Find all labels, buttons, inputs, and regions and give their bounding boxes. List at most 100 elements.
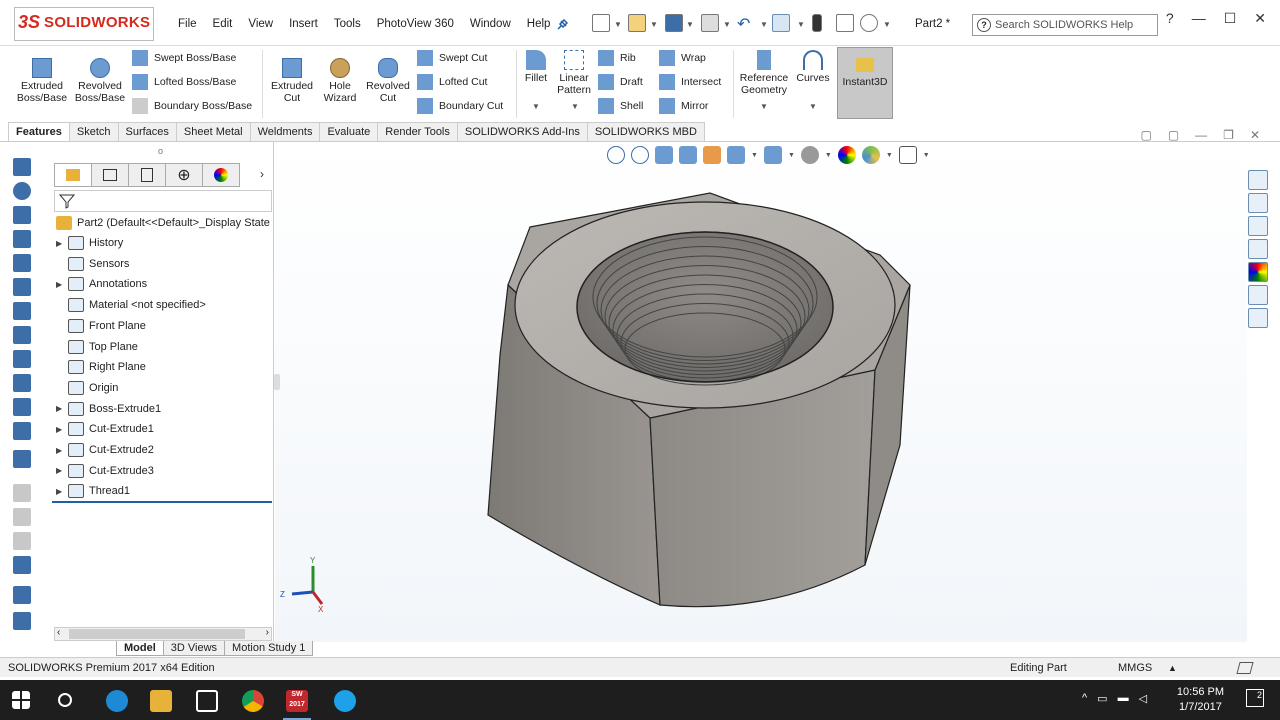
pattern-icon[interactable] — [13, 374, 31, 392]
previous-view-icon[interactable] — [655, 146, 673, 164]
expand-arrow-icon[interactable]: ▶ — [56, 446, 68, 455]
rebuild-icon[interactable] — [812, 14, 822, 32]
boundary-boss-button[interactable]: Boundary Boss/Base — [132, 98, 252, 114]
tree-item[interactable]: ▶ Cut-Extrude1 — [56, 419, 154, 439]
restore-doc-button[interactable]: ❐ — [1223, 128, 1234, 142]
chevron-down-icon[interactable]: ▼ — [923, 152, 930, 159]
zoom-to-fit-icon[interactable] — [607, 146, 625, 164]
expand-arrow-icon[interactable]: ▶ — [56, 280, 68, 289]
tile-right-icon[interactable]: ▢ — [1168, 128, 1179, 142]
zoom-to-area-icon[interactable] — [631, 146, 649, 164]
draft-button[interactable]: Draft — [598, 74, 643, 90]
tab-render-tools[interactable]: Render Tools — [377, 122, 458, 142]
menu-edit[interactable]: Edit — [205, 14, 241, 34]
tree-item[interactable]: ▶ Boss-Extrude1 — [56, 399, 161, 419]
extruded-cut-button[interactable]: Extruded Cut — [266, 58, 318, 104]
new-document-icon[interactable] — [592, 14, 610, 32]
tab-model[interactable]: Model — [116, 641, 164, 656]
tab-addins[interactable]: SOLIDWORKS Add-Ins — [456, 122, 588, 142]
save-icon[interactable] — [665, 14, 683, 32]
chevron-down-icon[interactable]: ▼ — [532, 102, 540, 111]
fillet-icon[interactable] — [13, 278, 31, 296]
shell-button[interactable]: Shell — [598, 98, 643, 114]
edge-browser-icon[interactable] — [106, 690, 128, 712]
chevron-down-icon[interactable]: ▼ — [886, 152, 893, 159]
reference-geometry-button[interactable]: Reference Geometry — [738, 50, 790, 96]
mirror-button[interactable]: Mirror — [659, 98, 708, 114]
display-style-icon[interactable] — [763, 146, 782, 164]
tab-surfaces[interactable]: Surfaces — [117, 122, 177, 142]
extruded-boss-button[interactable]: Extruded Boss/Base — [16, 58, 68, 104]
minimize-doc-button[interactable]: — — [1195, 128, 1207, 142]
menu-view[interactable]: View — [240, 14, 281, 34]
network-icon[interactable]: ▭ — [1097, 692, 1107, 705]
view-palette-icon[interactable] — [1248, 239, 1268, 259]
rebuild-status-icon[interactable] — [1236, 661, 1254, 674]
revolved-boss-button[interactable]: Revolved Boss/Base — [74, 58, 126, 104]
minimize-button[interactable]: — — [1192, 10, 1206, 27]
curves-button[interactable]: Curves — [794, 50, 832, 84]
print-icon[interactable] — [701, 14, 719, 32]
tab-sheet-metal[interactable]: Sheet Metal — [175, 122, 251, 142]
chevron-down-icon[interactable]: ▼ — [686, 20, 694, 29]
system-clock[interactable]: 10:56 PM 1/7/2017 — [1177, 685, 1224, 715]
wrap-button[interactable]: Wrap — [659, 50, 706, 66]
expand-arrow-icon[interactable]: ▶ — [56, 404, 68, 413]
custom-properties-icon[interactable] — [1248, 285, 1268, 305]
shell-icon[interactable] — [13, 350, 31, 368]
loft-icon[interactable] — [13, 230, 31, 248]
pin-icon[interactable] — [556, 19, 568, 31]
undo-icon[interactable]: ↶ — [737, 14, 755, 33]
tab-weldments[interactable]: Weldments — [249, 122, 321, 142]
linear-pattern-button[interactable]: Linear Pattern — [554, 50, 594, 96]
tree-item[interactable]: ▶ Annotations — [56, 274, 147, 294]
dynamic-annotation-icon[interactable] — [703, 146, 721, 164]
swept-boss-button[interactable]: Swept Boss/Base — [132, 50, 236, 66]
revolved-cut-button[interactable]: Revolved Cut — [362, 58, 414, 104]
chevron-right-icon[interactable]: › — [266, 627, 269, 638]
menu-help[interactable]: Help — [519, 14, 559, 34]
tree-item[interactable]: ▶ Cut-Extrude2 — [56, 440, 154, 460]
menu-file[interactable]: File — [170, 14, 205, 34]
volume-icon[interactable]: ◁ — [1139, 692, 1147, 705]
chevron-down-icon[interactable]: ▼ — [650, 20, 658, 29]
lofted-boss-button[interactable]: Lofted Boss/Base — [132, 74, 236, 90]
chrome-icon[interactable] — [242, 690, 264, 712]
expand-arrow-icon[interactable]: ▶ — [56, 466, 68, 475]
fillet-button[interactable]: Fillet — [520, 50, 552, 84]
configurationmanager-tab[interactable] — [128, 163, 166, 187]
rollback-bar[interactable] — [52, 501, 272, 503]
tree-item[interactable]: Front Plane — [56, 316, 146, 336]
search-icon[interactable] — [58, 693, 72, 707]
section-view-icon[interactable] — [679, 146, 697, 164]
hole-wizard-button[interactable]: Hole Wizard — [316, 58, 364, 104]
chevron-down-icon[interactable]: ▼ — [883, 20, 891, 29]
design-library-icon[interactable] — [1248, 193, 1268, 213]
store-icon[interactable] — [196, 690, 218, 712]
search-box[interactable]: ? Search SOLIDWORKS Help — [972, 14, 1158, 36]
expand-arrow-icon[interactable]: ▶ — [56, 487, 68, 496]
chevron-down-icon[interactable]: ▼ — [797, 20, 805, 29]
close-doc-button[interactable]: ✕ — [1250, 128, 1260, 142]
chevron-down-icon[interactable]: ▼ — [571, 102, 579, 111]
tab-mbd[interactable]: SOLIDWORKS MBD — [586, 122, 705, 142]
tree-item[interactable]: ▶ Cut-Extrude3 — [56, 461, 154, 481]
chevron-down-icon[interactable]: ▼ — [760, 102, 768, 111]
open-folder-icon[interactable] — [628, 14, 646, 32]
expand-arrow-icon[interactable]: ▶ — [56, 425, 68, 434]
rib-button[interactable]: Rib — [598, 50, 636, 66]
mirror-icon[interactable] — [13, 398, 31, 416]
display-manager-tab[interactable] — [202, 163, 240, 187]
extrude-icon[interactable] — [13, 158, 31, 176]
measure-icon[interactable] — [13, 450, 31, 468]
panel-collapse-handle[interactable] — [274, 374, 280, 390]
close-button[interactable]: ✕ — [1254, 10, 1266, 27]
hide-show-icon[interactable] — [800, 146, 819, 164]
file-properties-icon[interactable] — [836, 14, 854, 32]
menu-insert[interactable]: Insert — [281, 14, 326, 34]
curves-icon[interactable] — [13, 612, 31, 630]
tree-item[interactable]: Material <not specified> — [56, 295, 206, 315]
cut-icon[interactable] — [13, 254, 31, 272]
sweep-icon[interactable] — [13, 206, 31, 224]
menu-tools[interactable]: Tools — [326, 14, 369, 34]
